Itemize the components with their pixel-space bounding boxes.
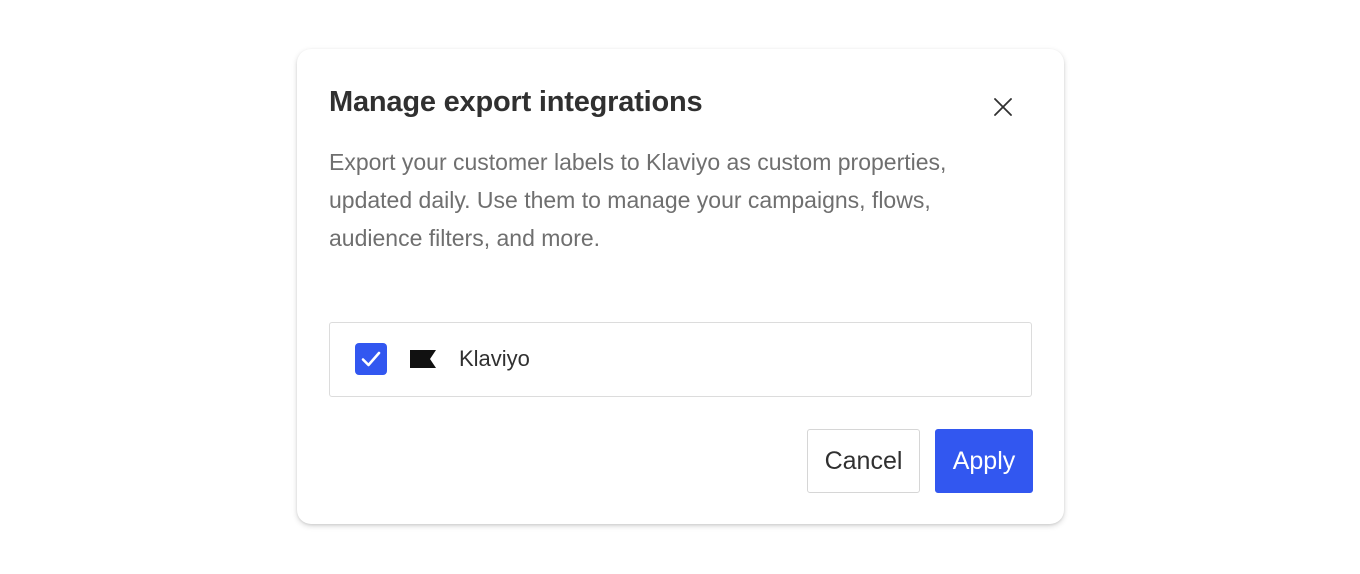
integration-row-klaviyo[interactable]: Klaviyo [329, 322, 1032, 397]
klaviyo-logo-icon [410, 350, 436, 368]
close-button[interactable] [989, 93, 1017, 121]
apply-button[interactable]: Apply [935, 429, 1033, 493]
cancel-button[interactable]: Cancel [807, 429, 920, 493]
klaviyo-checkbox[interactable] [355, 343, 387, 375]
integration-label-klaviyo: Klaviyo [459, 346, 530, 371]
close-icon [994, 98, 1012, 116]
page-backdrop: Manage export integrations Export your c… [0, 0, 1360, 574]
dialog-title: Manage export integrations [329, 86, 703, 118]
dialog-description: Export your customer labels to Klaviyo a… [329, 149, 947, 251]
checkmark-icon [361, 351, 381, 367]
export-integrations-dialog: Manage export integrations Export your c… [297, 49, 1064, 524]
